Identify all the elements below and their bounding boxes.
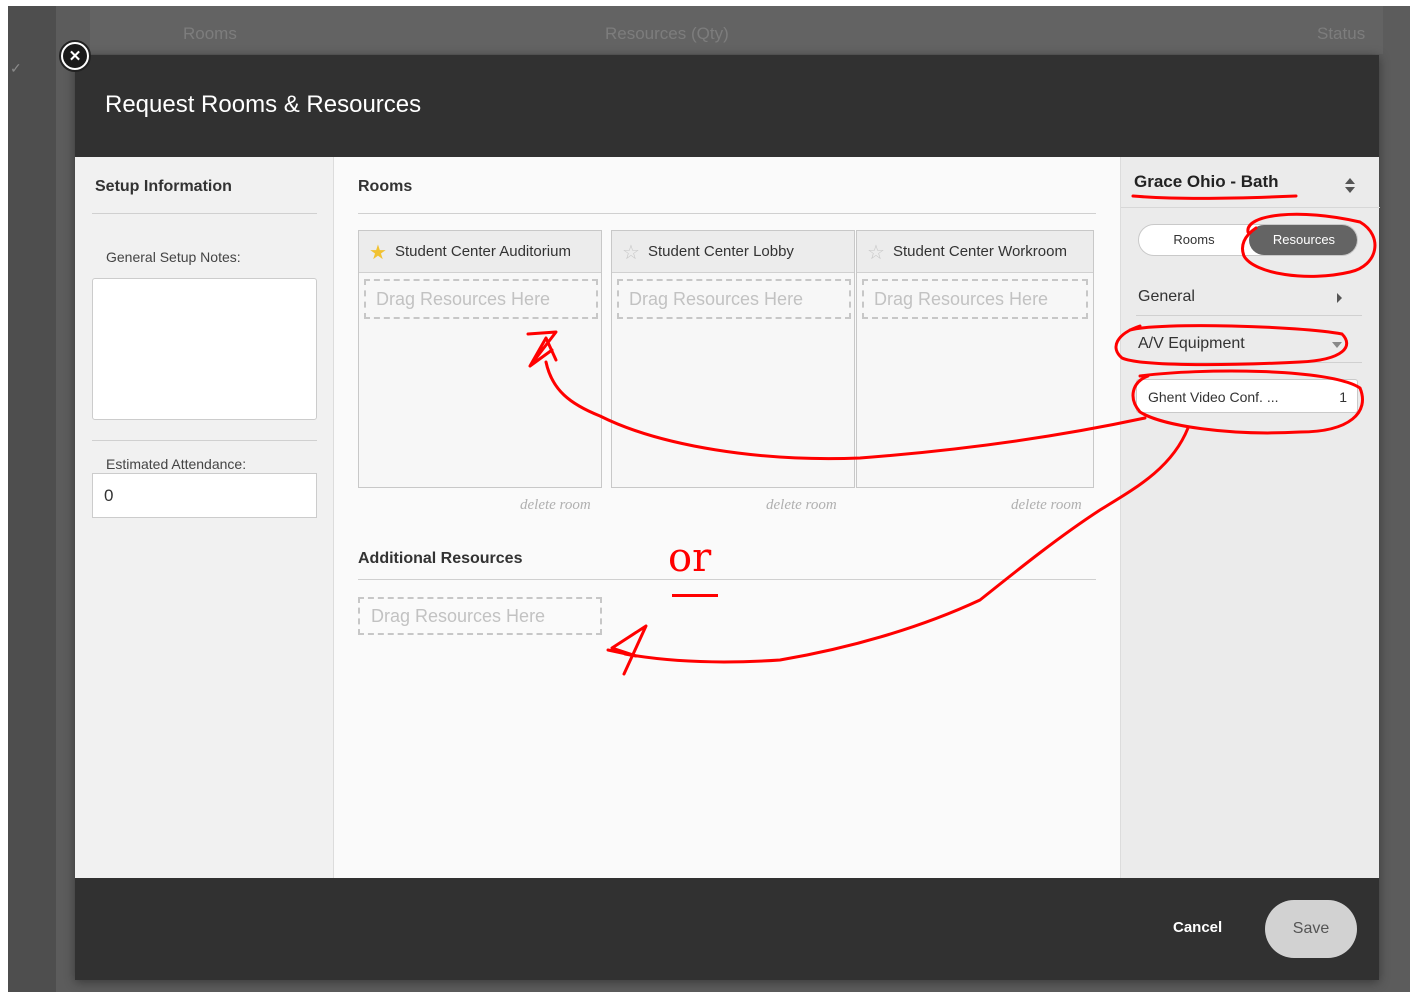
category-label: General: [1138, 288, 1195, 305]
setup-notes-textarea[interactable]: [92, 278, 317, 420]
setup-title: Setup Information: [95, 178, 232, 195]
venue-name: Grace Ohio - Bath: [1134, 172, 1279, 191]
room-card-lobby[interactable]: ☆ Student Center Lobby Drag Resources He…: [611, 230, 855, 488]
close-modal-button[interactable]: ✕: [59, 40, 91, 72]
room-name: Student Center Workroom: [893, 243, 1067, 260]
chevron-right-icon: [1337, 293, 1342, 303]
attendance-label: Estimated Attendance:: [106, 456, 247, 472]
additional-resources-title: Additional Resources: [358, 550, 523, 567]
rooms-panel: Rooms ★ Student Center Auditorium Drag R…: [334, 157, 1120, 878]
resource-picker-panel: Grace Ohio - Bath Rooms Resources Genera…: [1120, 157, 1380, 878]
room-name: Student Center Auditorium: [395, 243, 571, 260]
modal-title: Request Rooms & Resources: [105, 91, 422, 118]
background-column-resources: Resources (Qty): [605, 24, 729, 43]
star-icon[interactable]: ☆: [622, 240, 640, 265]
delete-room-link[interactable]: delete room: [520, 497, 591, 514]
rooms-resources-toggle: Rooms Resources: [1138, 224, 1358, 256]
resource-drop-zone[interactable]: Drag Resources Here: [364, 279, 598, 319]
star-icon[interactable]: ☆: [867, 240, 885, 265]
modal-header: Request Rooms & Resources: [75, 55, 1379, 157]
category-av-equipment[interactable]: A/V Equipment: [1138, 335, 1360, 353]
cancel-button[interactable]: Cancel: [1173, 919, 1222, 936]
resource-drop-zone[interactable]: Drag Resources Here: [862, 279, 1088, 319]
delete-room-link[interactable]: delete room: [1011, 497, 1082, 514]
background-column-status: Status: [1317, 24, 1366, 43]
divider: [1136, 362, 1362, 363]
room-card-auditorium[interactable]: ★ Student Center Auditorium Drag Resourc…: [358, 230, 602, 488]
divider: [1121, 207, 1380, 208]
attendance-input[interactable]: 0: [92, 473, 317, 518]
background-table-header: Rooms Resources (Qty) Status: [90, 6, 1383, 54]
toggle-resources[interactable]: Resources: [1249, 225, 1357, 255]
background-column-rooms: Rooms: [183, 24, 237, 43]
room-name: Student Center Lobby: [648, 243, 794, 260]
star-icon-filled[interactable]: ★: [369, 240, 387, 265]
toggle-rooms[interactable]: Rooms: [1139, 225, 1249, 255]
save-button[interactable]: Save: [1265, 900, 1357, 958]
room-card-workroom[interactable]: ☆ Student Center Workroom Drag Resources…: [856, 230, 1094, 488]
category-label: A/V Equipment: [1138, 335, 1245, 352]
setup-notes-label: General Setup Notes:: [106, 249, 241, 265]
background-sidebar: [8, 6, 56, 992]
additional-resources-drop-zone[interactable]: Drag Resources Here: [358, 597, 602, 635]
resource-quantity: 1: [1339, 389, 1347, 405]
room-card-header: ☆ Student Center Workroom: [857, 231, 1093, 273]
delete-room-link[interactable]: delete room: [766, 497, 837, 514]
category-general[interactable]: General: [1138, 288, 1360, 306]
close-icon: ✕: [63, 44, 87, 68]
background-check-icon: ✓: [10, 60, 22, 76]
divider: [1136, 315, 1362, 316]
resource-name: Ghent Video Conf. ...: [1148, 389, 1279, 405]
setup-information-panel: Setup Information General Setup Notes: E…: [75, 157, 334, 878]
divider: [92, 213, 317, 214]
request-rooms-modal: Request Rooms & Resources Setup Informat…: [75, 55, 1380, 980]
divider: [358, 579, 1096, 580]
resource-drop-zone[interactable]: Drag Resources Here: [617, 279, 851, 319]
resource-item[interactable]: Ghent Video Conf. ... 1: [1136, 379, 1358, 413]
rooms-title: Rooms: [358, 178, 413, 195]
divider: [92, 440, 317, 441]
room-card-header: ☆ Student Center Lobby: [612, 231, 854, 273]
room-card-header: ★ Student Center Auditorium: [359, 231, 601, 273]
chevron-down-icon: [1332, 342, 1342, 348]
divider: [358, 213, 1096, 214]
annotation-or-underline: [672, 594, 718, 597]
annotation-or-text: or: [668, 535, 712, 581]
venue-selector-sort-icon[interactable]: [1343, 175, 1357, 197]
